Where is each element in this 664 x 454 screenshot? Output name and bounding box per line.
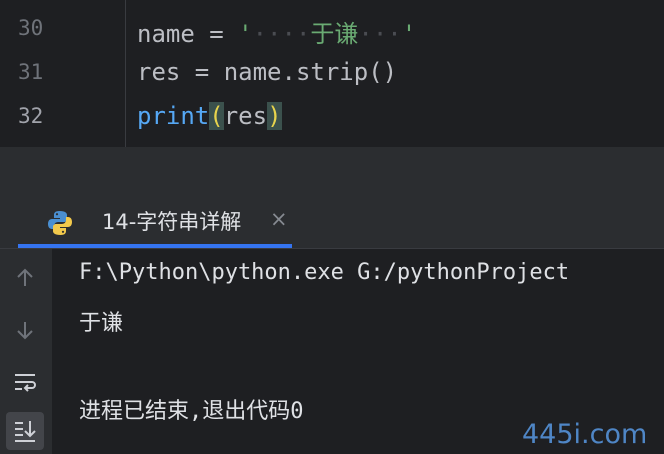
function-name: print: [137, 102, 210, 130]
whitespace-marker: ···: [358, 20, 402, 48]
console-output-line: F:\Python\python.exe G:/pythonProject: [79, 260, 570, 285]
active-tab-indicator: [18, 244, 292, 248]
whitespace-marker: ····: [252, 20, 311, 48]
string-literal: 于谦: [310, 20, 359, 48]
code-token: res: [223, 102, 268, 130]
editor-bottom-area: [0, 147, 664, 195]
close-icon[interactable]: ×: [270, 207, 288, 231]
code-line[interactable]: print(res): [137, 102, 282, 130]
python-icon: [48, 211, 72, 235]
run-tab-label: 14-字符串详解: [102, 210, 242, 234]
console-output-line: 进程已结束,退出代码0: [79, 399, 304, 424]
code-token: =: [194, 20, 239, 48]
scroll-to-end-icon[interactable]: [6, 412, 44, 450]
bracket-highlight: (: [209, 102, 224, 130]
string-quote: ': [238, 20, 253, 48]
run-tab-bar: 14-字符串详解 ×: [0, 195, 664, 249]
string-quote: ': [401, 20, 417, 48]
line-number: 32: [18, 104, 44, 128]
line-number: 31: [18, 60, 44, 84]
console-toolbar: [0, 249, 52, 454]
soft-wrap-icon[interactable]: [6, 364, 44, 402]
arrow-up-icon[interactable]: [6, 259, 44, 297]
watermark: 445i.com: [522, 419, 648, 450]
run-tab[interactable]: 14-字符串详解 ×: [18, 195, 292, 248]
bracket-highlight: ): [267, 102, 282, 130]
arrow-down-icon[interactable]: [6, 311, 44, 349]
line-number: 30: [18, 16, 44, 40]
code-line[interactable]: res = name.strip(): [137, 58, 397, 86]
line-number-gutter: 30 31 32: [0, 0, 110, 147]
code-token: name: [137, 20, 195, 48]
code-line[interactable]: name = '····于谦···': [137, 14, 416, 49]
console-output-line: 于谦: [79, 311, 124, 336]
gutter-divider: [125, 0, 126, 147]
code-editor[interactable]: 30 31 32 name = '····于谦···' res = name.s…: [0, 0, 664, 147]
